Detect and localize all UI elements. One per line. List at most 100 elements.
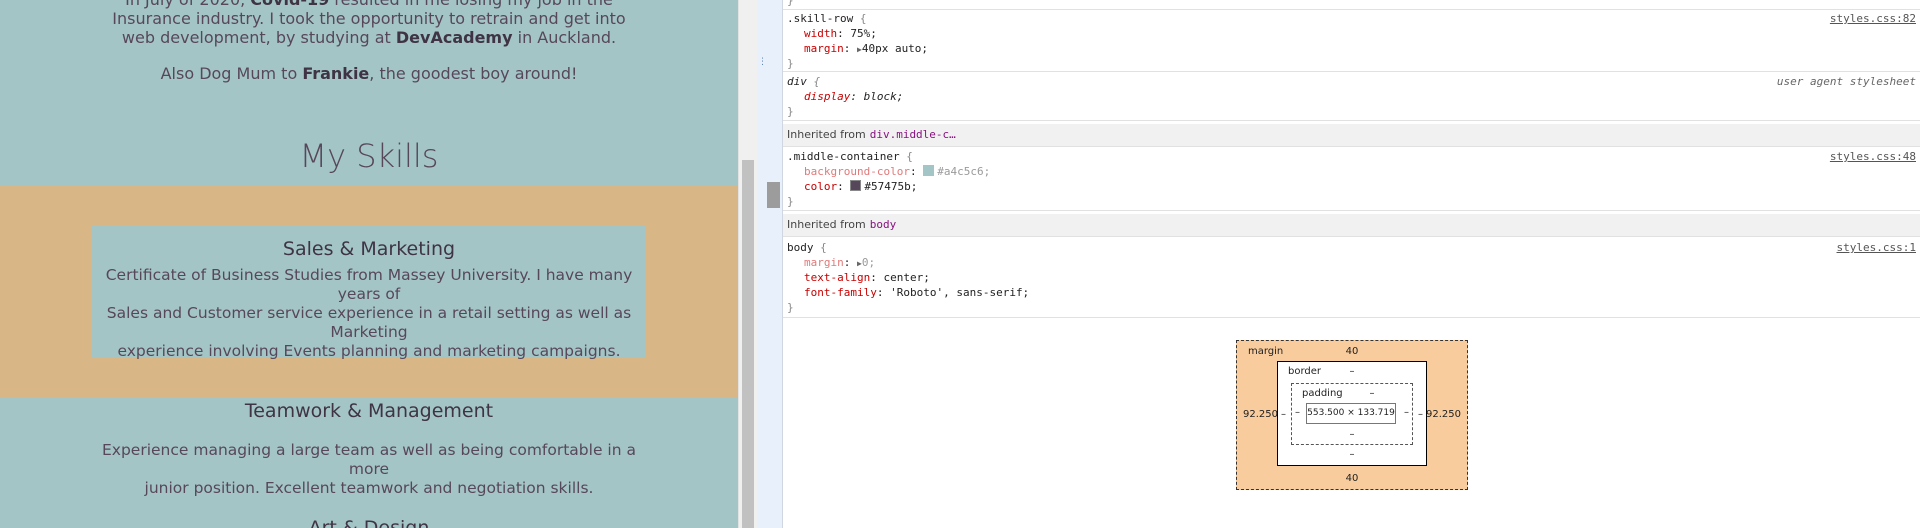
margin-left-value[interactable]: 92.250 xyxy=(1243,409,1278,420)
inherited-node-link[interactable]: body xyxy=(870,218,897,231)
skill-description: Experience managing a large team as well… xyxy=(100,441,638,498)
color-swatch[interactable] xyxy=(923,165,935,176)
property-value: block; xyxy=(863,90,904,103)
css-property[interactable]: font-family: 'Roboto', sans-serif; xyxy=(804,285,1029,300)
rule-selector[interactable]: .middle-container { xyxy=(787,149,913,164)
source-link[interactable]: styles.css:1 xyxy=(1837,240,1916,255)
css-property[interactable]: margin: ▶40px auto; xyxy=(804,41,928,56)
padding-top-value[interactable]: – xyxy=(1292,388,1412,399)
skill-row-selected: Sales & Marketing Certificate of Busines… xyxy=(92,226,646,360)
skill-title: Sales & Marketing xyxy=(282,238,456,260)
padding-left-value[interactable]: – xyxy=(1295,407,1300,418)
rule-selector[interactable]: div { xyxy=(787,74,820,89)
padding-bottom-value[interactable]: – xyxy=(1292,429,1412,440)
inherited-text: Inherited from xyxy=(787,218,866,231)
page-scrollbar[interactable] xyxy=(738,0,757,528)
box-model-margin[interactable]: margin 40 40 92.250 92.250 border – – – … xyxy=(1236,340,1468,490)
source-link[interactable]: styles.css:82 xyxy=(1830,11,1916,26)
property-value[interactable]: 'Roboto', sans-serif; xyxy=(890,286,1029,299)
devtools-split-gutter[interactable]: ⋮ xyxy=(757,0,783,528)
previous-rule-tail: } xyxy=(783,0,1920,10)
bio-line-3: web development, by studying at DevAcade… xyxy=(0,28,738,47)
property-name: display xyxy=(804,90,851,103)
property-name[interactable]: color xyxy=(804,180,837,193)
property-name[interactable]: width xyxy=(804,27,837,40)
css-rule-body[interactable]: body { styles.css:1 margin: ▶0; text-ali… xyxy=(783,237,1920,318)
skill-description-line: Experience managing a large team as well… xyxy=(102,441,636,478)
bio-text: resulted in me losing my job in the xyxy=(329,0,613,9)
drag-handle-icon[interactable]: ⋮ xyxy=(758,58,767,67)
css-property-inherited-inactive[interactable]: margin: ▶0; xyxy=(804,255,875,270)
css-rule-middle-container[interactable]: .middle-container { styles.css:48 backgr… xyxy=(783,147,1920,211)
color-swatch[interactable] xyxy=(850,180,862,191)
border-left-value[interactable]: – xyxy=(1281,409,1286,420)
css-property-inherited-inactive[interactable]: background-color: #a4c5c6; xyxy=(804,164,990,179)
skill-description-line: junior position. Excellent teamwork and … xyxy=(144,479,594,497)
skill-title: Art & Design xyxy=(308,517,430,528)
rule-selector[interactable]: .skill-row { xyxy=(787,11,866,26)
property-name[interactable]: text-align xyxy=(804,271,870,284)
open-brace: { xyxy=(820,241,827,254)
skill-title: Teamwork & Management xyxy=(244,400,494,422)
css-rule-skill-row[interactable]: .skill-row { styles.css:82 width: 75%; m… xyxy=(783,10,1920,72)
property-value[interactable]: 75%; xyxy=(850,27,877,40)
css-rule-div[interactable]: div { user agent stylesheet display: blo… xyxy=(783,72,1920,121)
rule-close-brace: } xyxy=(787,0,794,7)
page-scroll-thumb[interactable] xyxy=(742,160,754,528)
devtools-scroll-thumb[interactable] xyxy=(767,182,780,208)
bio-text: web development, by studying at xyxy=(121,28,396,47)
border-bottom-value[interactable]: – xyxy=(1278,449,1426,460)
bio-devacademy: DevAcademy xyxy=(395,28,513,47)
property-name[interactable]: font-family xyxy=(804,286,877,299)
property-name[interactable]: background-color xyxy=(804,165,910,178)
property-value[interactable]: #a4c5c6; xyxy=(937,165,990,178)
skill-description-line: experience involving Events planning and… xyxy=(117,342,621,360)
dog-name: Frankie xyxy=(302,64,370,83)
bio-line-2: Insurance industry. I took the opportuni… xyxy=(112,9,626,28)
inherited-header: Inherited from div.middle-c… xyxy=(783,124,1920,147)
open-brace: { xyxy=(859,12,867,25)
skills-heading: My Skills xyxy=(299,137,439,175)
open-brace: { xyxy=(906,150,913,163)
inherited-label: Inherited from body xyxy=(787,214,896,236)
skill-description-line: Sales and Customer service experience in… xyxy=(106,304,632,341)
inherited-node-link[interactable]: div.middle-c… xyxy=(870,128,956,141)
source-link[interactable]: styles.css:48 xyxy=(1830,149,1916,164)
box-model-content[interactable]: 553.500 × 133.719 xyxy=(1306,403,1396,424)
property-name[interactable]: margin xyxy=(804,256,844,269)
bio-paragraph: In July of 2020, Covid-19 resulted in me… xyxy=(0,0,738,47)
inherited-text: Inherited from xyxy=(787,128,866,141)
css-property[interactable]: width: 75%; xyxy=(804,26,877,41)
bio-text: , the goodest boy around! xyxy=(369,64,578,83)
open-brace: { xyxy=(813,75,821,88)
rule-close-brace: } xyxy=(787,195,794,208)
selector-text[interactable]: .middle-container xyxy=(787,150,900,163)
property-value[interactable]: #57475b; xyxy=(864,180,917,193)
property-name[interactable]: margin xyxy=(804,42,844,55)
bio-dog-line: Also Dog Mum to Frankie, the goodest boy… xyxy=(0,64,738,83)
border-right-value[interactable]: – xyxy=(1418,409,1423,420)
css-property[interactable]: text-align: center; xyxy=(804,270,930,285)
user-agent-label: user agent stylesheet xyxy=(1776,75,1916,88)
selector-text[interactable]: .skill-row xyxy=(787,12,853,25)
property-value[interactable]: 0; xyxy=(862,256,875,269)
css-property[interactable]: color: #57475b; xyxy=(804,179,917,194)
property-value[interactable]: center; xyxy=(883,271,929,284)
skill-row-highlight: Sales & Marketing Certificate of Busines… xyxy=(0,186,738,398)
rule-selector[interactable]: body { xyxy=(787,240,827,255)
box-model-border[interactable]: border – – – – padding – – – – 553.500 ×… xyxy=(1277,361,1427,466)
bio-covid: Covid-19 xyxy=(250,0,329,9)
bio-text: in Auckland. xyxy=(512,28,617,47)
webpage-viewport: In July of 2020, Covid-19 resulted in me… xyxy=(0,0,738,528)
inherited-header: Inherited from body xyxy=(783,214,1920,237)
margin-bottom-value[interactable]: 40 xyxy=(1237,473,1467,484)
padding-right-value[interactable]: – xyxy=(1404,407,1409,418)
selector-text[interactable]: body xyxy=(787,241,814,254)
box-model-padding[interactable]: padding – – – – 553.500 × 133.719 xyxy=(1291,383,1413,445)
margin-top-value[interactable]: 40 xyxy=(1237,346,1467,357)
css-property: display: block; xyxy=(804,90,904,103)
margin-right-value[interactable]: 92.250 xyxy=(1426,409,1461,420)
selector-text[interactable]: div xyxy=(787,75,807,88)
property-value[interactable]: 40px auto; xyxy=(862,42,928,55)
border-top-value[interactable]: – xyxy=(1278,366,1426,377)
